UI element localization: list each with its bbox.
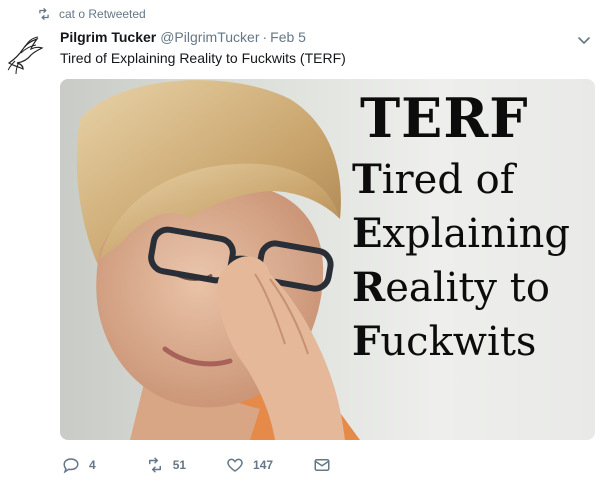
retweet-banner[interactable]: cat o Retweeted [37,7,146,21]
tweet-menu-button[interactable] [576,32,592,48]
like-button[interactable]: 147 [226,456,273,474]
tweet-actions: 4 51 147 [60,456,340,474]
meme-caption: TERF Tired of Explaining Reality to Fuck… [352,87,570,369]
reply-icon [63,458,79,474]
meme-title: TERF [360,86,529,150]
direct-message-button[interactable] [313,456,340,474]
tweet-media-image[interactable]: TERF Tired of Explaining Reality to Fuck… [60,79,595,440]
envelope-icon [314,459,330,471]
tweet-text: Tired of Explaining Reality to Fuckwits … [60,50,346,66]
header-separator: · [262,29,268,45]
meme-line: Tired of [352,156,515,203]
meme-line: Fuckwits [352,318,537,365]
reply-button[interactable]: 4 [62,456,96,474]
reply-count: 4 [89,458,96,472]
avatar[interactable] [1,29,49,77]
retweet-icon [148,457,161,473]
heart-icon [227,458,243,472]
retweet-button[interactable]: 51 [146,456,186,474]
retweet-banner-text: cat o Retweeted [59,7,146,21]
retweet-count: 51 [172,458,187,472]
meme-line: Explaining [352,210,571,257]
meme-line: Reality to [352,264,550,311]
tweet-header: Pilgrim Tucker @PilgrimTucker · Feb 5 [60,29,306,45]
retweet-icon [39,8,49,20]
bird-icon [6,36,44,75]
chevron-down-icon [578,37,590,44]
tweet-date[interactable]: Feb 5 [270,29,306,45]
user-handle[interactable]: @PilgrimTucker [160,29,259,45]
like-count: 147 [253,458,274,472]
display-name[interactable]: Pilgrim Tucker [60,29,156,45]
